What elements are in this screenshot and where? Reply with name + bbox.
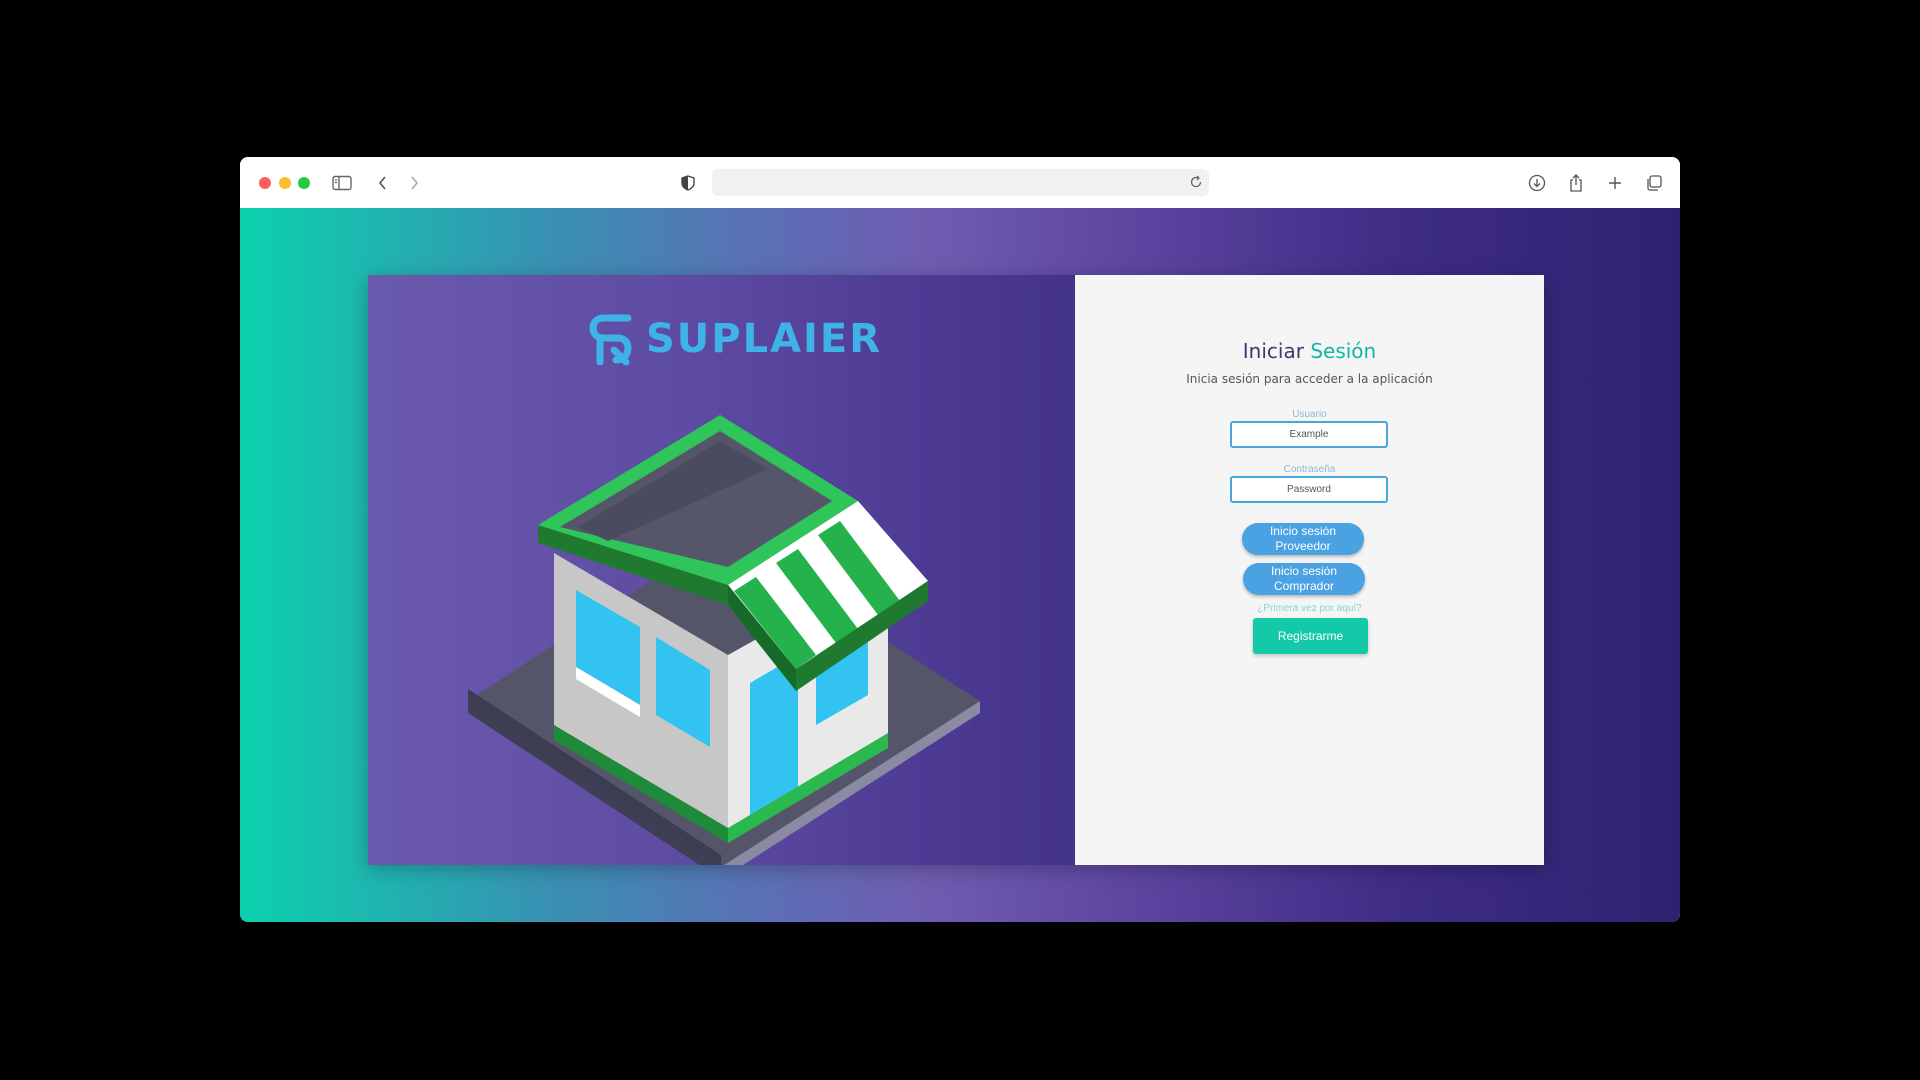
forward-icon[interactable] [402, 171, 426, 195]
tab-overview-icon[interactable] [1642, 171, 1666, 195]
provider-login-line2: Proveedor [1275, 539, 1331, 553]
password-input[interactable]: Password [1230, 476, 1388, 503]
zoom-window-button[interactable] [298, 177, 310, 189]
browser-toolbar [240, 157, 1680, 209]
password-label: Contraseña [1283, 464, 1336, 475]
brand-mark-icon [589, 314, 632, 366]
minimize-window-button[interactable] [279, 177, 291, 189]
sidebar-toggle-icon[interactable] [330, 171, 354, 195]
title-accent: Sesión [1310, 339, 1377, 363]
login-panel: Iniciar Sesión Inicia sesión para accede… [1075, 275, 1544, 865]
reload-icon[interactable] [1189, 174, 1203, 195]
share-icon[interactable] [1564, 171, 1588, 195]
new-tab-icon[interactable] [1603, 171, 1627, 195]
buyer-login-line2: Comprador [1273, 579, 1335, 593]
buyer-login-button[interactable]: Inicio sesión Comprador [1243, 563, 1365, 595]
privacy-shield-icon[interactable] [676, 171, 700, 195]
login-card: SUPLAIER Iniciar Sesión Inicia sesión pa… [368, 275, 1544, 879]
login-subtitle: Inicia sesión para acceder a la aplicaci… [1186, 372, 1433, 386]
back-icon[interactable] [371, 171, 395, 195]
close-window-button[interactable] [259, 177, 271, 189]
provider-login-line1: Inicio sesión [1269, 524, 1337, 538]
address-bar[interactable] [712, 169, 1209, 196]
username-label: Usuario [1292, 409, 1327, 420]
store-illustration [468, 405, 988, 879]
brand-name: SUPLAIER [646, 316, 883, 362]
register-button[interactable]: Registrarme [1253, 618, 1368, 654]
hero-panel: SUPLAIER [368, 275, 1075, 879]
download-icon[interactable] [1525, 171, 1549, 195]
brand-logo: SUPLAIER [588, 312, 882, 366]
first-time-link[interactable]: ¿Primera vez por aquí? [1075, 603, 1544, 614]
buyer-login-line1: Inicio sesión [1270, 564, 1338, 578]
page-title: Iniciar Sesión [1075, 339, 1544, 363]
page-background: SUPLAIER Iniciar Sesión Inicia sesión pa… [240, 208, 1680, 922]
provider-login-button[interactable]: Inicio sesión Proveedor [1242, 523, 1364, 555]
username-input[interactable]: Example [1230, 421, 1388, 448]
browser-window: SUPLAIER Iniciar Sesión Inicia sesión pa… [240, 157, 1680, 922]
title-main: Iniciar [1242, 339, 1304, 363]
